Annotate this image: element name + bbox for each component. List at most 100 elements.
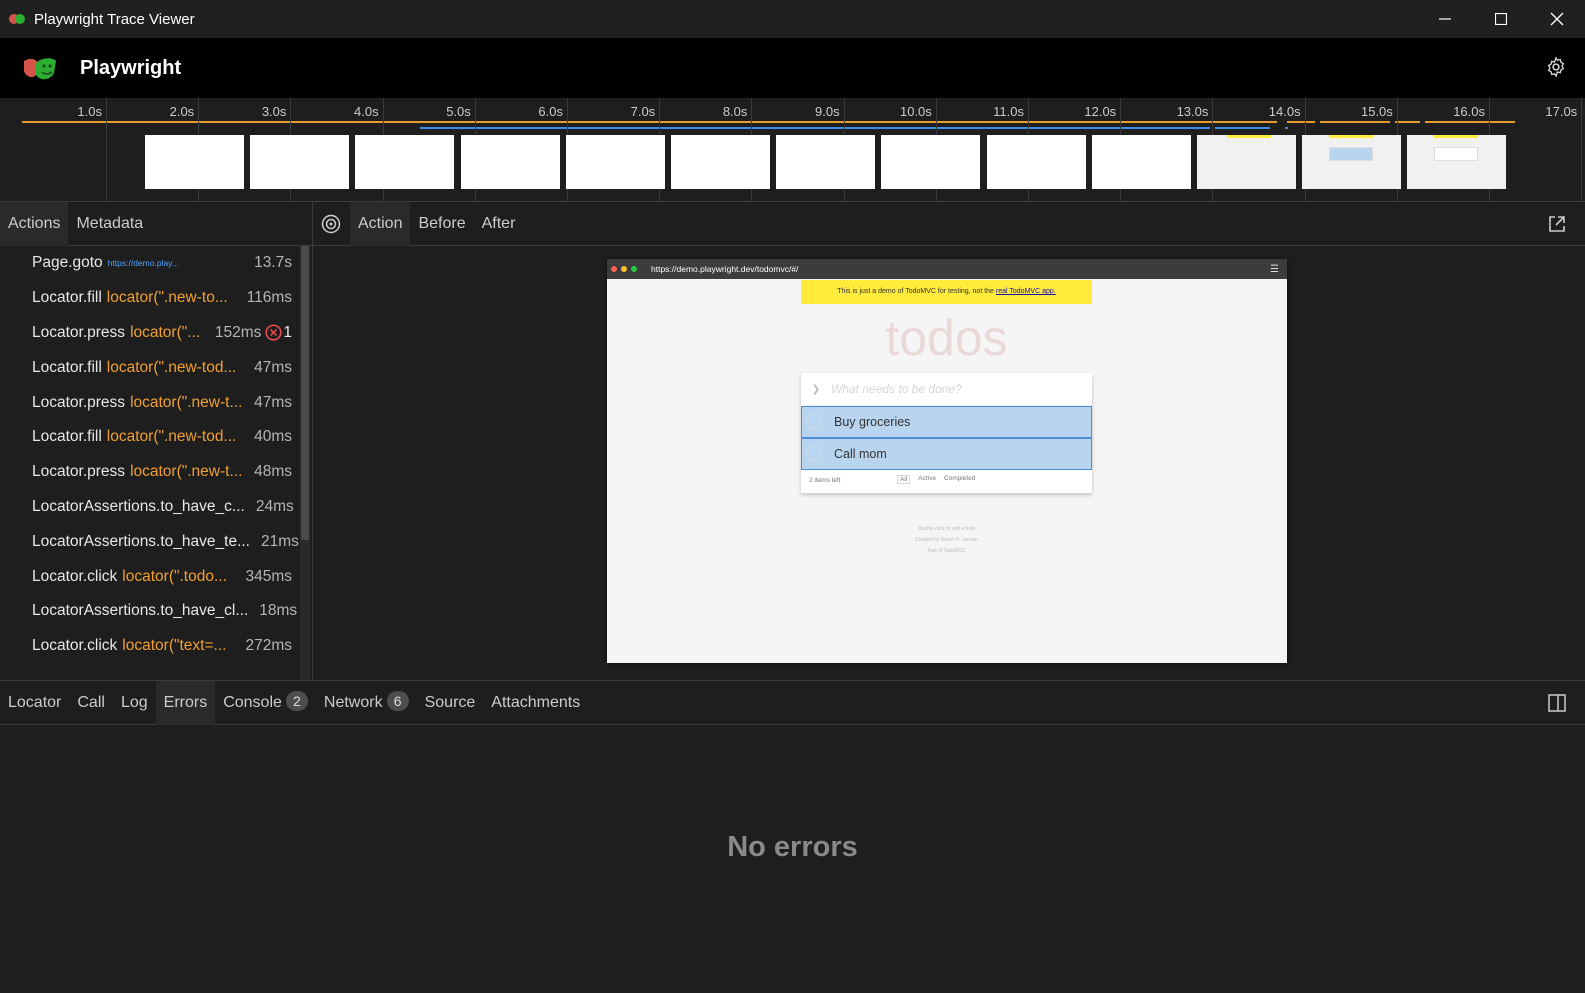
todo-item[interactable]: Call mom	[801, 438, 1092, 470]
tab-attachments[interactable]: Attachments	[483, 681, 588, 725]
todo-toggle[interactable]	[806, 414, 822, 430]
chevron-down-icon[interactable]: ❯	[801, 384, 831, 395]
filmstrip-frame[interactable]	[1407, 135, 1507, 189]
action-row[interactable]: Locator.fill locator(".new-to... 116ms	[0, 281, 300, 316]
timeline-tick-label: 15.0s	[1360, 104, 1393, 119]
banner-link[interactable]: real TodoMVC app.	[996, 288, 1056, 295]
tab-console[interactable]: Console 2	[215, 681, 316, 725]
tab-errors[interactable]: Errors	[155, 680, 216, 725]
tab-network[interactable]: Network 6	[316, 681, 417, 725]
items-left-count: 2 items left	[809, 476, 841, 484]
filmstrip-frame[interactable]	[250, 135, 350, 189]
tab-locator[interactable]: Locator	[0, 681, 69, 725]
tab-before[interactable]: Before	[410, 202, 473, 246]
action-name: Page.goto	[32, 254, 103, 272]
action-row[interactable]: Locator.press locator("... 152ms 1	[0, 316, 300, 351]
network-count-badge: 6	[386, 690, 409, 711]
action-name: Locator.fill	[32, 358, 102, 376]
todo-toggle[interactable]	[806, 446, 822, 462]
todo-item-label: Call mom	[834, 447, 887, 461]
info-line: Created by Remo H. Jansen	[914, 537, 979, 543]
frame-banner	[1329, 135, 1374, 138]
frame-content	[1434, 147, 1479, 161]
action-row[interactable]: Locator.press locator(".new-t... 47ms	[0, 385, 300, 420]
filmstrip-frame[interactable]	[1197, 135, 1296, 189]
error-count: 1	[283, 323, 292, 341]
tab-label: Console	[223, 693, 282, 711]
action-duration: 116ms	[246, 289, 292, 307]
action-duration: 40ms	[254, 428, 292, 446]
filmstrip-frame[interactable]	[776, 135, 876, 189]
filmstrip-frame[interactable]	[460, 135, 560, 189]
tab-label: Locator	[8, 693, 62, 711]
timeline-tick-label: 6.0s	[538, 104, 563, 119]
action-selector: locator(".new-t...	[130, 463, 243, 481]
action-selector: locator("...	[130, 323, 201, 341]
actions-scrollbar[interactable]	[300, 246, 310, 680]
timeline-tick-label: 10.0s	[899, 104, 932, 119]
sidebar-toggle-icon[interactable]	[1547, 693, 1567, 713]
playwright-logo-icon	[24, 58, 56, 80]
tab-action[interactable]: Action	[350, 201, 411, 246]
action-duration: 47ms	[254, 358, 292, 376]
minimize-icon[interactable]	[1417, 0, 1473, 38]
scrollbar-thumb[interactable]	[301, 246, 309, 540]
filmstrip-frame[interactable]	[881, 135, 981, 189]
filmstrip-frame[interactable]	[671, 135, 770, 189]
snapshot-tabs: Action Before After	[313, 201, 1585, 246]
target-icon[interactable]	[320, 213, 342, 235]
todo-app: ❯ What needs to be done? Buy groceries C…	[801, 373, 1092, 493]
todo-filters: All Active Completed	[897, 475, 975, 484]
tab-actions[interactable]: Actions	[0, 201, 69, 246]
snapshot-browser: https://demo.playwright.dev/todomvc/#/ ☰…	[607, 259, 1287, 663]
action-row[interactable]: Page.goto https://demo.play... 13.7s	[0, 246, 300, 281]
action-row[interactable]: Locator.fill locator(".new-tod... 47ms	[0, 350, 300, 385]
timeline-tick-label: 1.0s	[77, 104, 102, 119]
tab-log[interactable]: Log	[113, 681, 156, 725]
filmstrip-frame[interactable]	[986, 135, 1086, 189]
actions-sidebar: Actions Metadata Page.goto https://demo.p…	[0, 201, 313, 680]
new-todo-input[interactable]: ❯ What needs to be done?	[801, 373, 1092, 406]
filmstrip-frame[interactable]	[565, 135, 665, 189]
browser-address-bar: https://demo.playwright.dev/todomvc/#/ ☰	[607, 259, 1287, 279]
snapshot-url: https://demo.playwright.dev/todomvc/#/	[651, 264, 799, 274]
details-tabs: Locator Call Log Errors Console 2 Network…	[0, 680, 1585, 725]
filter-active[interactable]: Active	[918, 475, 936, 484]
close-icon[interactable]	[1529, 0, 1585, 38]
timeline-tick	[106, 98, 107, 201]
timeline-network-bar	[420, 127, 1210, 129]
tab-metadata[interactable]: Metadata	[68, 202, 151, 246]
maximize-icon[interactable]	[1473, 0, 1529, 38]
action-duration: 24ms	[255, 497, 294, 515]
tab-source[interactable]: Source	[417, 681, 484, 725]
tab-call[interactable]: Call	[69, 681, 113, 725]
timeline-tick-label: 12.0s	[1084, 104, 1117, 119]
action-row[interactable]: Locator.click locator("text=... 272ms	[0, 629, 300, 664]
filmstrip-frame[interactable]	[1302, 135, 1402, 189]
timeline[interactable]: 1.0s 2.0s 3.0s 4.0s 5.0s 6.0s 7.0s 8.0s 9.0s 10.0…	[0, 98, 1585, 202]
external-link-icon[interactable]	[1547, 214, 1567, 234]
filmstrip-frame[interactable]	[355, 135, 455, 189]
action-row[interactable]: Locator.fill locator(".new-tod... 40ms	[0, 420, 300, 455]
info-line: Part of TodoMVC	[927, 548, 966, 554]
todos-heading: todos	[885, 310, 1008, 366]
action-duration: 152ms	[214, 323, 262, 341]
tab-after[interactable]: After	[474, 202, 524, 246]
filter-completed[interactable]: Completed	[944, 475, 975, 484]
action-row[interactable]: Locator.click locator(".todo... 345ms	[0, 559, 300, 594]
todo-item[interactable]: Buy groceries	[801, 406, 1092, 438]
filmstrip-frame[interactable]	[145, 135, 244, 189]
action-row[interactable]: LocatorAssertions.to_have_te... 21ms	[0, 524, 300, 559]
empty-errors-message: No errors	[727, 831, 858, 863]
action-row[interactable]: LocatorAssertions.to_have_cl... 18ms	[0, 594, 300, 629]
filter-all[interactable]: All	[897, 475, 911, 484]
tab-label: Attachments	[491, 693, 581, 711]
action-name: Locator.press	[32, 393, 126, 411]
filmstrip-frame[interactable]	[1091, 135, 1191, 189]
brand-name: Playwright	[80, 56, 182, 79]
gear-icon[interactable]	[1545, 56, 1567, 78]
action-row[interactable]: LocatorAssertions.to_have_c... 24ms	[0, 490, 300, 525]
timeline-tick-label: 7.0s	[630, 104, 656, 119]
action-row[interactable]: Locator.press locator(".new-t... 48ms	[0, 455, 300, 490]
timeline-action-bar	[1425, 121, 1515, 123]
